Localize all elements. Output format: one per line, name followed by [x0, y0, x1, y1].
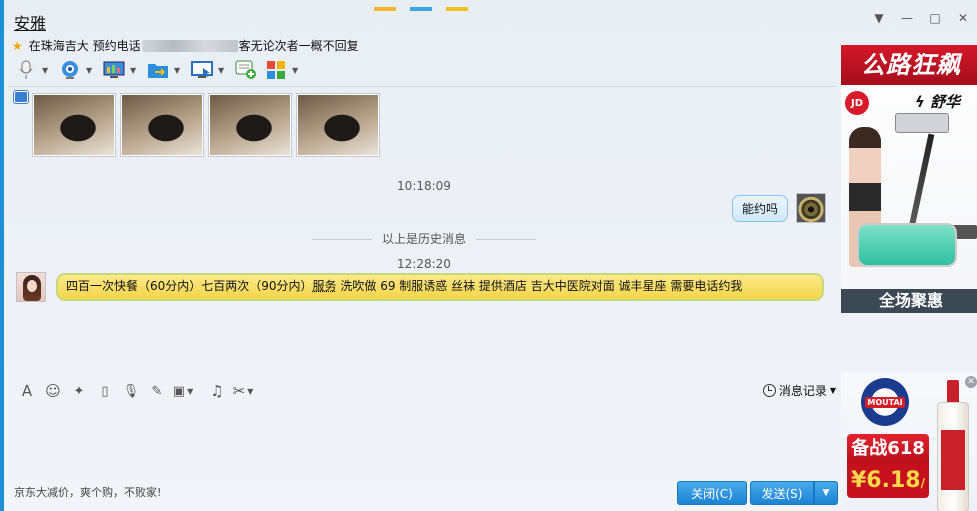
message-history-button[interactable]: 消息记录 ▼ [762, 382, 836, 399]
chevron-down-icon[interactable]: ▼ [174, 66, 184, 75]
contact-signature: ★ 在珠海吉大 预约电话 客无论次者一概不回复 [12, 37, 359, 54]
chat-window: 安雅 ★ 在珠海吉大 预约电话 客无论次者一概不回复 ▼ — □ ✕ ▼ ▼ ▼ [0, 0, 977, 511]
message-input[interactable] [8, 402, 840, 480]
microphone-icon [14, 59, 38, 81]
vibrate-icon[interactable]: ▯ [92, 381, 118, 401]
ad-banner-moutai[interactable]: ✕ MOUTAI 备战618 ¥6.18/瓶 [841, 372, 977, 511]
remote-desktop-button[interactable]: ▼ [190, 58, 228, 82]
message-link[interactable]: 服务 [313, 279, 337, 293]
treadmill-image [881, 113, 977, 243]
star-icon: ★ [12, 38, 23, 53]
ad-footer: 全场聚惠 [841, 289, 977, 313]
screen-share-icon [102, 59, 126, 81]
remote-desktop-icon [190, 59, 214, 81]
signature-prefix: 在珠海吉大 预约电话 [28, 39, 141, 53]
apps-icon [264, 59, 288, 81]
ad-header: 公路狂飙 [841, 45, 977, 85]
message-history-label: 消息记录 [778, 384, 827, 398]
file-transfer-icon [146, 59, 170, 81]
promo-text[interactable]: 京东大减价，爽个购，不败家! [14, 484, 161, 500]
chevron-down-icon: ▼ [829, 386, 836, 395]
message-text: 四百一次快餐（60分内）七百两次（90分内） [66, 279, 313, 293]
jd-logo: JD [845, 91, 869, 115]
chevron-down-icon[interactable]: ▼ [42, 66, 52, 75]
chat-add-icon [234, 59, 258, 81]
window-controls: ▼ — □ ✕ [871, 10, 971, 26]
message-text: 洗吹做 69 制服诱惑 丝袜 提供酒店 吉大中医院对面 诚丰星座 需要电话约我 [336, 279, 743, 293]
image-thumbnail[interactable] [208, 93, 292, 157]
timestamp: 12:28:20 [397, 257, 451, 271]
contact-message-bubble[interactable]: 四百一次快餐（60分内）七百两次（90分内）服务 洗吹做 69 制服诱惑 丝袜 … [56, 273, 824, 301]
price-value: ¥6.18 [851, 468, 921, 493]
image-thumbnail[interactable] [32, 93, 116, 157]
webcam-icon [58, 59, 82, 81]
clock-icon [762, 384, 776, 397]
promo-price: ¥6.18/瓶 [847, 464, 929, 498]
file-transfer-button[interactable]: ▼ [146, 58, 184, 82]
ad-banner-treadmill[interactable]: 公路狂飙 JD ϟ 舒华 全场聚惠 [841, 45, 977, 313]
moutai-text: MOUTAI [865, 396, 905, 408]
camera-icon[interactable] [14, 91, 28, 103]
chevron-down-icon[interactable]: ▼ [130, 66, 140, 75]
close-icon[interactable]: ✕ [955, 10, 971, 26]
emoji-icon[interactable]: ☺ [40, 381, 66, 401]
input-toolbar: A ☺ ✦ ▯ 🎙 ✎ ▣ ▼ ♫ ✂ ▼ 消息记录 ▼ [14, 380, 840, 402]
image-thumbnails [32, 93, 380, 157]
my-message-bubble[interactable]: 能约吗 [731, 195, 788, 222]
dropdown-icon[interactable]: ▼ [871, 10, 887, 26]
video-call-button[interactable]: ▼ [58, 58, 96, 82]
top-strip [374, 0, 484, 11]
photo-bar [14, 91, 28, 103]
image-icon[interactable]: ▣ ▼ [170, 381, 196, 401]
image-thumbnail[interactable] [120, 93, 204, 157]
chevron-down-icon[interactable]: ▼ [86, 66, 96, 75]
chevron-down-icon[interactable]: ▼ [292, 66, 302, 75]
send-options-button[interactable]: ▼ [814, 481, 838, 505]
close-button[interactable]: 关闭(C) [677, 481, 747, 505]
vibration-mat-image [857, 223, 957, 267]
image-thumbnail[interactable] [296, 93, 380, 157]
moutai-logo: MOUTAI [861, 378, 909, 426]
magic-icon[interactable]: ✦ [66, 381, 92, 401]
scissors-icon[interactable]: ✂ ▼ [230, 381, 256, 401]
send-button[interactable]: 发送(S) [750, 481, 814, 505]
minimize-icon[interactable]: — [899, 10, 915, 26]
my-avatar[interactable] [796, 193, 826, 223]
message-area: 10:18:09 能约吗 以上是历史消息 12:28:20 四百一次快餐（60分… [8, 87, 840, 375]
main-toolbar: ▼ ▼ ▼ ▼ ▼ ▼ [14, 58, 302, 82]
contact-avatar[interactable] [16, 272, 46, 302]
promo-badge: 备战618 [847, 434, 929, 464]
timestamp: 10:18:09 [397, 179, 451, 193]
edit-icon[interactable]: ✎ [144, 381, 170, 401]
brand-logo: ϟ 舒华 [915, 93, 961, 111]
music-icon[interactable]: ♫ [204, 381, 230, 401]
brand-name: 舒华 [930, 93, 961, 111]
apps-button[interactable]: ▼ [264, 58, 302, 82]
signature-suffix: 客无论次者一概不回复 [238, 39, 359, 53]
redacted-phone [141, 39, 238, 52]
bottle-image [935, 380, 971, 511]
screen-share-button[interactable]: ▼ [102, 58, 140, 82]
maximize-icon[interactable]: □ [927, 10, 943, 26]
voice-call-button[interactable]: ▼ [14, 58, 52, 82]
create-discussion-button[interactable] [234, 58, 258, 82]
chevron-down-icon[interactable]: ▼ [218, 66, 228, 75]
history-divider: 以上是历史消息 [8, 230, 840, 247]
contact-name[interactable]: 安雅 [14, 10, 46, 34]
mic-icon[interactable]: 🎙 [118, 381, 144, 401]
font-icon[interactable]: A [14, 381, 40, 401]
